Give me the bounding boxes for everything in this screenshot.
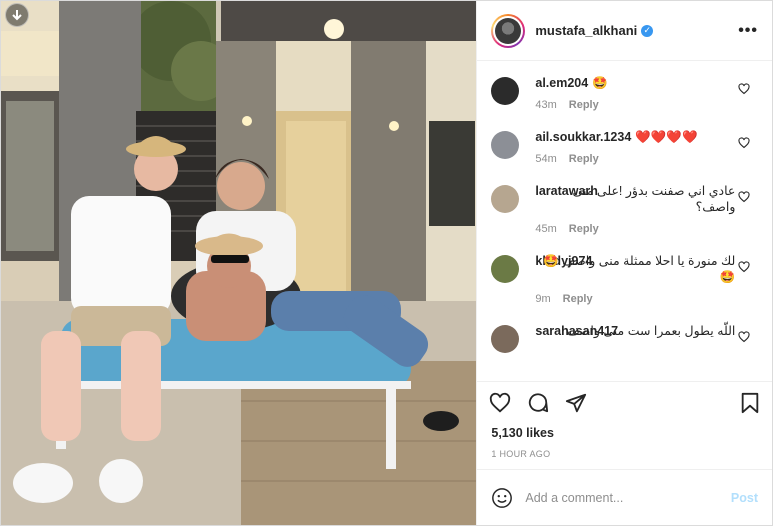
post-comment-button[interactable]: Post bbox=[731, 491, 758, 505]
photo-illustration bbox=[1, 1, 477, 525]
commenter-avatar[interactable] bbox=[491, 77, 520, 105]
comment-like-heart-icon[interactable] bbox=[738, 83, 750, 95]
download-icon[interactable] bbox=[5, 3, 29, 27]
comment-item: al.em204 🤩 43m Reply bbox=[491, 75, 758, 111]
comment-like-heart-icon[interactable] bbox=[738, 191, 750, 203]
comment-username[interactable]: al.em204 bbox=[535, 76, 588, 90]
comment-username[interactable]: ail.soukkar.1234 bbox=[535, 130, 631, 144]
reply-button[interactable]: Reply bbox=[569, 99, 599, 111]
commenter-avatar[interactable] bbox=[491, 131, 520, 159]
post-actions-bar bbox=[477, 381, 772, 423]
reply-button[interactable]: Reply bbox=[569, 223, 599, 235]
add-comment-bar: Post bbox=[477, 469, 772, 525]
comment-age: 45m bbox=[535, 223, 557, 235]
like-heart-icon[interactable] bbox=[489, 392, 511, 414]
comment-text: لك منورة يا احلا ممثلة منى واصف 🤩🤩 bbox=[543, 254, 736, 284]
likes-count[interactable]: 5,130 likes bbox=[477, 423, 772, 443]
owner-avatar[interactable] bbox=[491, 13, 526, 48]
comment-like-heart-icon[interactable] bbox=[738, 137, 750, 149]
share-direct-icon[interactable] bbox=[565, 392, 587, 414]
more-options-icon[interactable]: ••• bbox=[738, 22, 758, 40]
comment-age: 54m bbox=[535, 153, 557, 165]
comment-age: 9m bbox=[535, 293, 551, 305]
reply-button[interactable]: Reply bbox=[563, 293, 593, 305]
post-side-panel: mustafa_alkhani ✓ ••• al.em204 🤩 43m Reply… bbox=[476, 1, 772, 525]
add-comment-input[interactable] bbox=[525, 490, 731, 505]
comments-list: al.em204 🤩 43m Reply ail.soukkar.1234 ❤️❤️❤… bbox=[477, 61, 772, 381]
post-photo[interactable] bbox=[1, 1, 477, 525]
post-header: mustafa_alkhani ✓ ••• bbox=[477, 1, 772, 61]
comment-like-heart-icon[interactable] bbox=[738, 261, 750, 273]
comment-like-heart-icon[interactable] bbox=[738, 331, 750, 343]
comment-item: ail.soukkar.1234 ❤️❤️❤️❤️ 54m Reply bbox=[491, 129, 758, 165]
verified-badge-icon: ✓ bbox=[641, 24, 654, 37]
comment-item: kh.dyj974 لك منورة يا احلا ممثلة منى واص… bbox=[491, 253, 758, 305]
instagram-post-modal: mustafa_alkhani ✓ ••• al.em204 🤩 43m Reply… bbox=[0, 0, 773, 526]
comment-text: ❤️❤️❤️❤️ bbox=[635, 130, 698, 144]
reply-button[interactable]: Reply bbox=[569, 153, 599, 165]
comment-text: 🤩 bbox=[592, 76, 608, 90]
post-timestamp: 1 HOUR AGO bbox=[491, 449, 551, 459]
commenter-avatar[interactable] bbox=[491, 325, 520, 353]
comment-bubble-icon[interactable] bbox=[527, 392, 549, 414]
save-bookmark-icon[interactable] bbox=[740, 392, 760, 414]
commenter-avatar[interactable] bbox=[491, 255, 520, 283]
emoji-smiley-icon[interactable] bbox=[491, 487, 513, 509]
owner-username[interactable]: mustafa_alkhani bbox=[535, 23, 637, 38]
comment-item: laratawarh عادي اني صفنت بدؤر !على منى و… bbox=[491, 183, 758, 235]
commenter-avatar[interactable] bbox=[491, 185, 520, 213]
comment-age: 43m bbox=[535, 99, 557, 111]
comment-item: sarahasan417 اللّه يطول بعمرا ست منى واص… bbox=[491, 323, 758, 353]
